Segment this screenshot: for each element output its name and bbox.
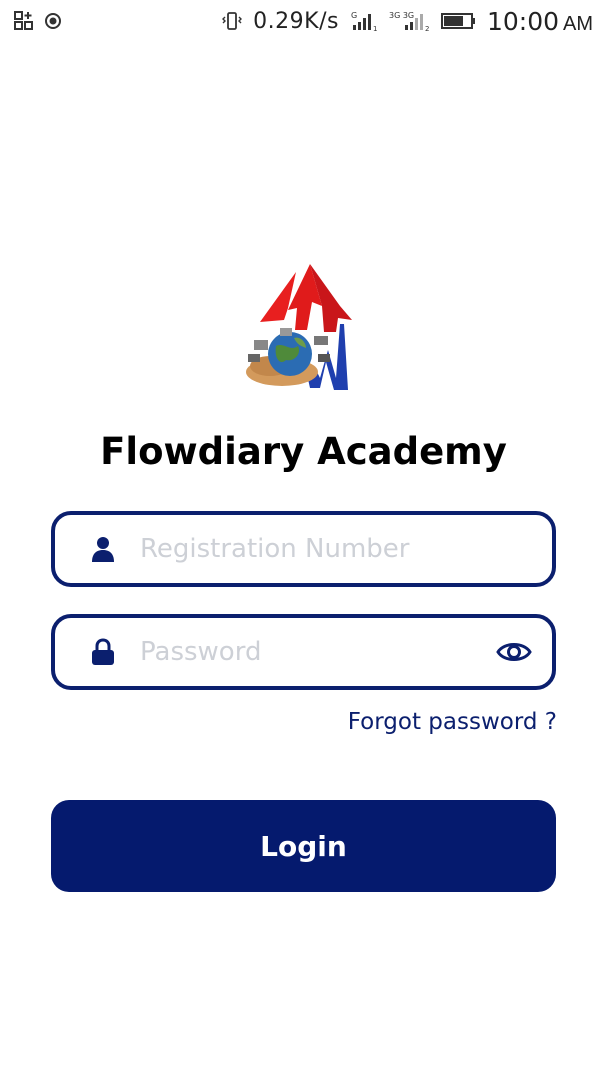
password-field[interactable] — [51, 614, 556, 690]
lock-icon — [91, 638, 115, 666]
clock-ampm: AM — [563, 12, 593, 35]
record-icon — [44, 12, 62, 30]
svg-text:2: 2 — [425, 25, 429, 32]
svg-text:1: 1 — [373, 25, 377, 32]
signal-sim1-icon: G 1 — [349, 10, 379, 32]
clock-time: 10:00 — [486, 6, 559, 36]
signal-sim2-icon: 3G 3G 2 — [389, 10, 431, 32]
login-button[interactable]: Login — [51, 800, 556, 892]
svg-text:3G 3G: 3G 3G — [389, 11, 414, 20]
svg-text:G: G — [351, 11, 357, 20]
status-bar-left — [14, 11, 62, 31]
status-bar-right: 0.29K/s G 1 3G 3G 2 10:00 AM — [221, 7, 593, 36]
clock: 10:00 AM — [487, 7, 593, 36]
status-bar: 0.29K/s G 1 3G 3G 2 10:00 AM — [0, 0, 607, 42]
vibrate-icon — [221, 10, 243, 32]
network-speed: 0.29K/s — [253, 8, 339, 34]
app-logo — [240, 262, 360, 394]
user-icon — [91, 535, 115, 563]
forgot-password-link[interactable]: Forgot password ? — [348, 709, 557, 735]
app-title: Flowdiary Academy — [100, 430, 507, 473]
battery-icon — [440, 12, 477, 30]
screen-capture-icon — [14, 11, 34, 31]
password-input[interactable] — [138, 636, 496, 668]
registration-number-input[interactable] — [138, 533, 552, 565]
registration-number-field[interactable] — [51, 511, 556, 587]
eye-icon[interactable] — [496, 637, 532, 667]
